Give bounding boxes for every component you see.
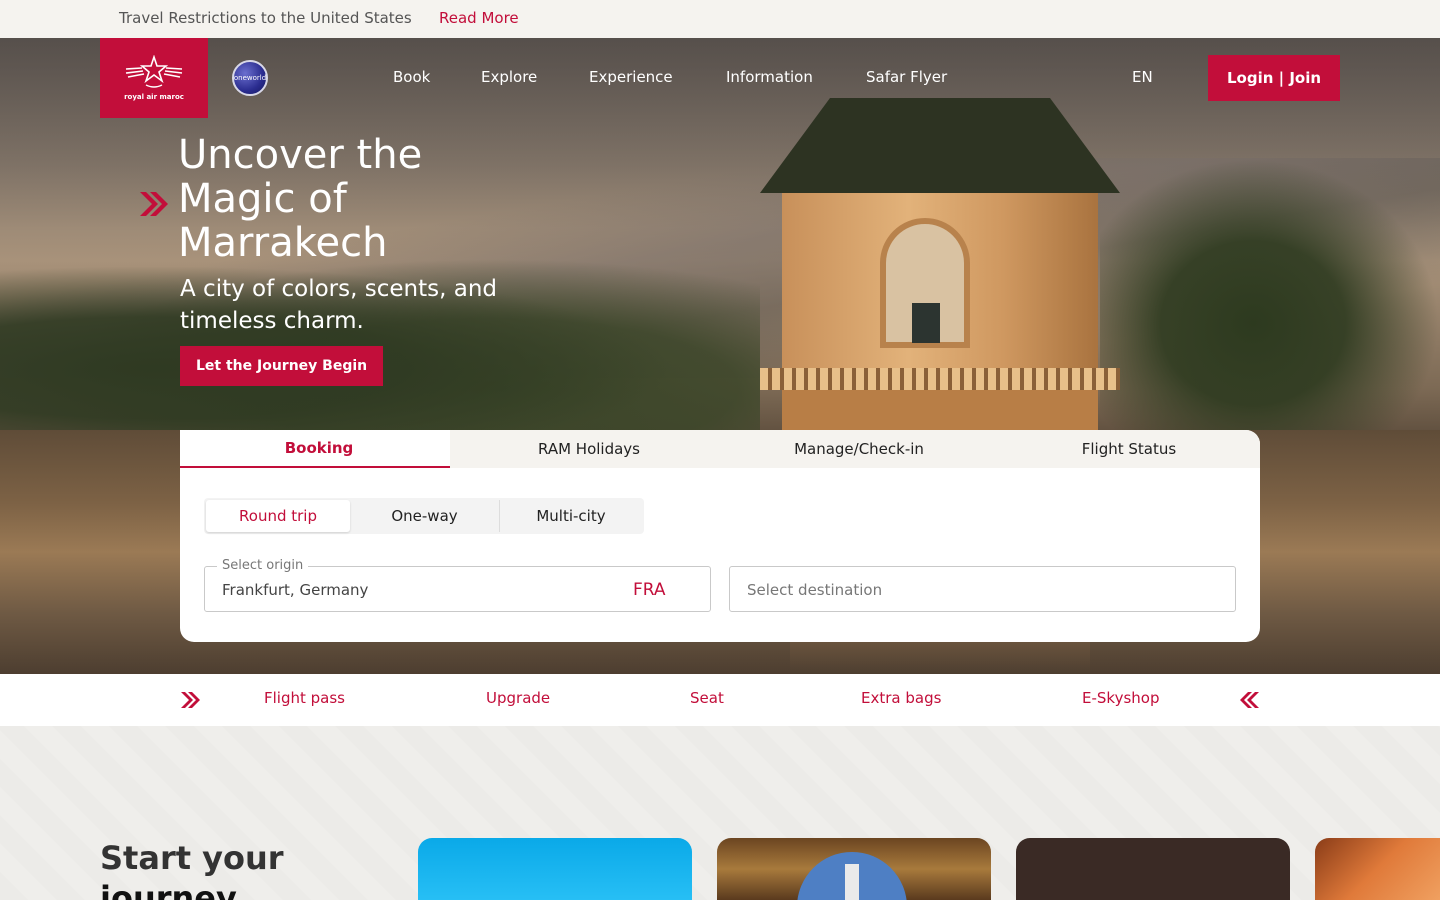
star-wings-icon bbox=[125, 55, 183, 88]
round-trip-option[interactable]: Round trip bbox=[206, 500, 350, 532]
hero-pavilion bbox=[760, 98, 1120, 448]
double-chevron-right-icon bbox=[140, 192, 168, 216]
origin-field[interactable]: Select origin Frankfurt, Germany FRA bbox=[204, 558, 711, 612]
hero-palms-right bbox=[1100, 158, 1440, 458]
destination-placeholder: Select destination bbox=[747, 581, 883, 599]
chevron-left-double-icon[interactable] bbox=[1238, 690, 1260, 710]
tab-ram-holidays[interactable]: RAM Holidays bbox=[450, 430, 720, 468]
hero-title: Uncover the Magic of Marrakech bbox=[178, 132, 423, 266]
login-join-button[interactable]: Login | Join bbox=[1208, 55, 1340, 101]
nav-explore[interactable]: Explore bbox=[481, 68, 537, 86]
quick-link-upgrade[interactable]: Upgrade bbox=[482, 689, 550, 707]
trip-type-selector: Round trip One-way Multi-city bbox=[204, 498, 644, 534]
nav-safar-flyer[interactable]: Safar Flyer bbox=[866, 68, 947, 86]
logo-text: royal air maroc bbox=[124, 93, 184, 101]
chevron-right-double-icon[interactable] bbox=[180, 690, 202, 710]
booking-tabs: Booking RAM Holidays Manage/Check-in Fli… bbox=[180, 430, 1260, 468]
quick-link-e-skyshop[interactable]: E-Skyshop bbox=[1078, 689, 1159, 707]
origin-label: Select origin bbox=[217, 558, 309, 573]
notice-text: Travel Restrictions to the United States bbox=[119, 9, 412, 27]
destination-card[interactable] bbox=[1315, 838, 1440, 900]
quick-link-extra-bags[interactable]: Extra bags bbox=[857, 689, 941, 707]
destination-card[interactable] bbox=[717, 838, 991, 900]
one-way-option[interactable]: One-way bbox=[350, 500, 500, 532]
destination-card[interactable] bbox=[418, 838, 692, 900]
tab-manage-checkin[interactable]: Manage/Check-in bbox=[720, 430, 990, 468]
notice-bar: Travel Restrictions to the United States… bbox=[0, 0, 1440, 38]
nav-experience[interactable]: Experience bbox=[589, 68, 673, 86]
destination-card[interactable] bbox=[1016, 838, 1290, 900]
booking-widget: Booking RAM Holidays Manage/Check-in Fli… bbox=[180, 430, 1260, 642]
tab-flight-status[interactable]: Flight Status bbox=[990, 430, 1260, 468]
destination-field[interactable]: Select destination bbox=[729, 566, 1236, 612]
quick-link-seat[interactable]: Seat bbox=[686, 689, 724, 707]
multi-city-option[interactable]: Multi-city bbox=[500, 500, 642, 532]
start-journey-title: Start your journey bbox=[100, 839, 284, 900]
nav-information[interactable]: Information bbox=[726, 68, 813, 86]
language-selector[interactable]: EN bbox=[1132, 68, 1153, 86]
journey-cta-button[interactable]: Let the Journey Begin bbox=[180, 346, 384, 386]
origin-value: Frankfurt, Germany bbox=[222, 581, 369, 599]
oneworld-logo[interactable]: oneworld bbox=[232, 60, 268, 96]
royal-air-maroc-logo[interactable]: royal air maroc bbox=[100, 38, 208, 118]
notice-read-more-link[interactable]: Read More bbox=[439, 9, 519, 27]
quick-link-flight-pass[interactable]: Flight pass bbox=[260, 689, 345, 707]
origin-code: FRA bbox=[633, 580, 666, 600]
tab-booking[interactable]: Booking bbox=[180, 430, 450, 468]
nav-book[interactable]: Book bbox=[393, 68, 430, 86]
hero-subtitle: A city of colors, scents, and timeless c… bbox=[180, 276, 497, 334]
